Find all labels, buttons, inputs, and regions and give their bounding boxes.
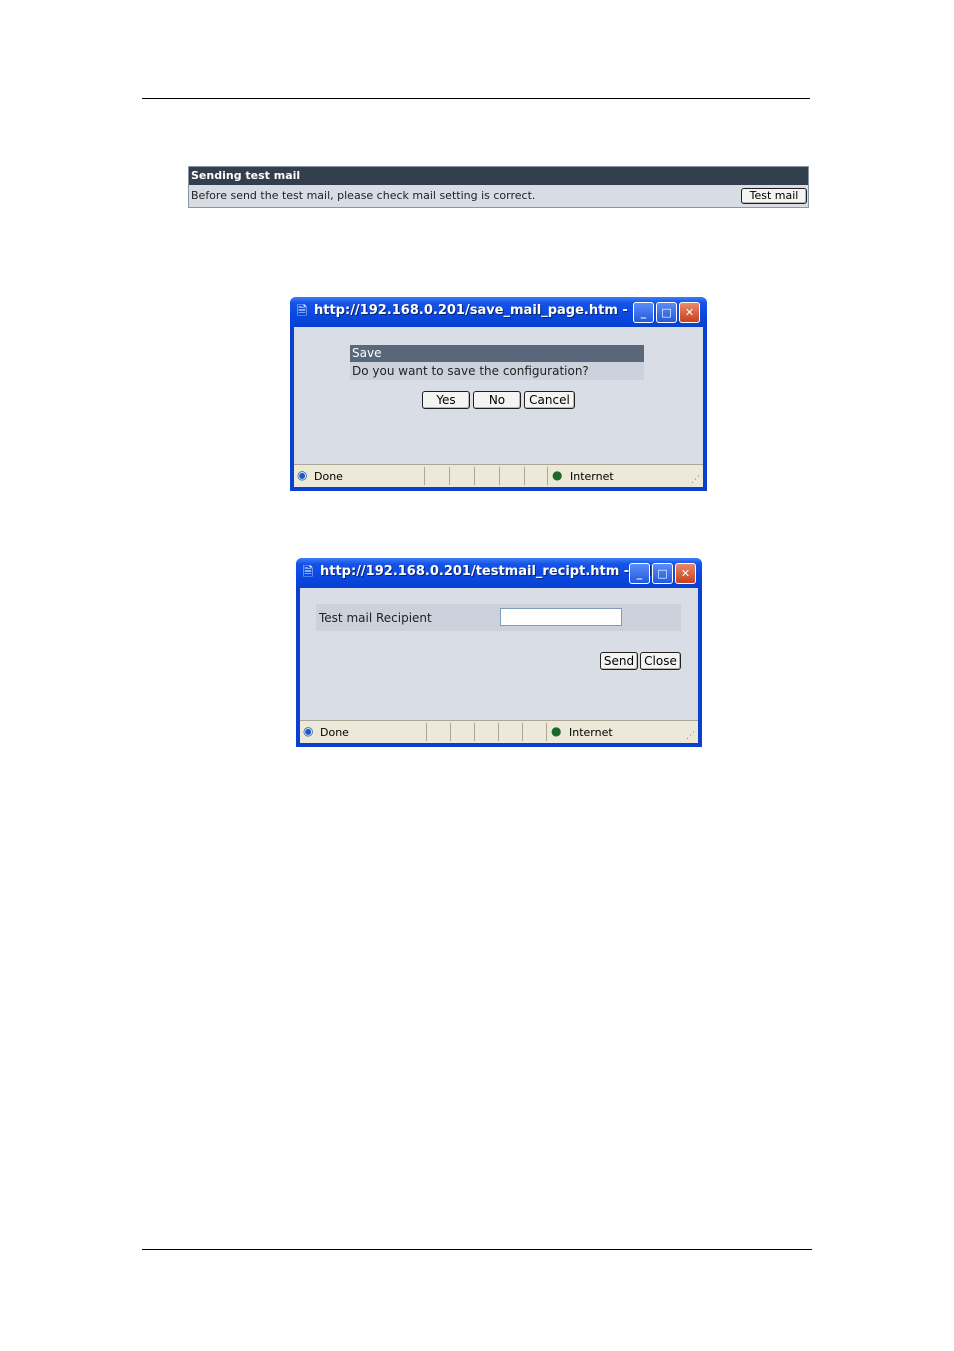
sending-test-mail-panel: Sending test mail Before send the test m… — [188, 166, 809, 208]
globe-icon: ● — [551, 724, 562, 738]
status-zone: Internet — [569, 726, 613, 739]
yes-button[interactable]: Yes — [422, 391, 470, 409]
window-title: http://192.168.0.201/save_mail_page.htm … — [314, 303, 665, 318]
recipient-window: 🗎 http://192.168.0.201/testmail_recipt.h… — [296, 558, 702, 747]
ie-page-icon: ◉ — [297, 468, 308, 482]
ie-icon: 🗎 — [296, 304, 308, 319]
panel-message: Before send the test mail, please check … — [191, 189, 536, 202]
window-body: Save Do you want to save the configurati… — [294, 327, 703, 487]
minimize-icon[interactable]: _ — [629, 563, 650, 584]
panel-title: Sending test mail — [189, 167, 808, 185]
maximize-icon[interactable]: □ — [652, 563, 673, 584]
close-icon[interactable]: ✕ — [675, 563, 696, 584]
ie-icon: 🗎 — [302, 565, 314, 580]
window-title: http://192.168.0.201/testmail_recipt.htm… — [320, 564, 666, 579]
resize-grip-icon[interactable]: ⋰ — [691, 475, 701, 485]
status-done: Done — [320, 726, 349, 739]
close-icon[interactable]: ✕ — [679, 302, 700, 323]
test-mail-button[interactable]: Test mail — [741, 188, 807, 204]
resize-grip-icon[interactable]: ⋰ — [686, 731, 696, 741]
close-button[interactable]: Close — [640, 652, 681, 670]
recipient-input[interactable] — [500, 608, 622, 626]
status-done: Done — [314, 470, 343, 483]
send-button[interactable]: Send — [600, 652, 638, 670]
header-rule — [142, 98, 810, 99]
save-question: Do you want to save the configuration? — [350, 362, 644, 380]
panel-row: Before send the test mail, please check … — [189, 185, 808, 207]
title-bar[interactable]: 🗎 http://192.168.0.201/testmail_recipt.h… — [296, 558, 702, 588]
title-bar[interactable]: 🗎 http://192.168.0.201/save_mail_page.ht… — [290, 297, 707, 327]
ie-page-icon: ◉ — [303, 724, 314, 738]
maximize-icon[interactable]: □ — [656, 302, 677, 323]
save-header: Save — [350, 345, 644, 362]
recipient-row: Test mail Recipient — [316, 604, 681, 631]
no-button[interactable]: No — [473, 391, 521, 409]
recipient-label: Test mail Recipient — [319, 611, 432, 625]
minimize-icon[interactable]: _ — [633, 302, 654, 323]
status-zone: Internet — [570, 470, 614, 483]
footer-rule — [142, 1249, 812, 1250]
status-bar: ◉ Done ● Internet ⋰ — [300, 720, 698, 743]
status-bar: ◉ Done ● Internet ⋰ — [294, 464, 703, 487]
globe-icon: ● — [552, 468, 563, 482]
save-window: 🗎 http://192.168.0.201/save_mail_page.ht… — [290, 297, 707, 491]
cancel-button[interactable]: Cancel — [524, 391, 575, 409]
